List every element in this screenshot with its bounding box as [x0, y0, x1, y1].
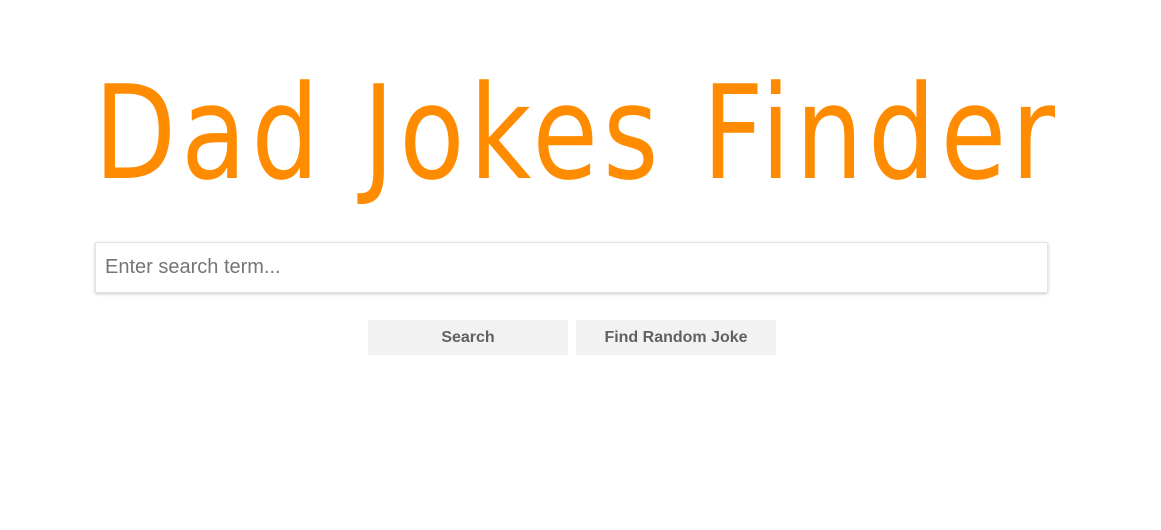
search-input[interactable]	[95, 242, 1048, 293]
page-title: Dad Jokes Finder	[94, 58, 1060, 208]
search-button[interactable]: Search	[368, 320, 568, 355]
page: Dad Jokes Finder Search Find Random Joke	[0, 0, 1161, 530]
page-title-text: Dad Jokes Finder	[94, 58, 1060, 208]
find-random-joke-button[interactable]: Find Random Joke	[576, 320, 776, 355]
